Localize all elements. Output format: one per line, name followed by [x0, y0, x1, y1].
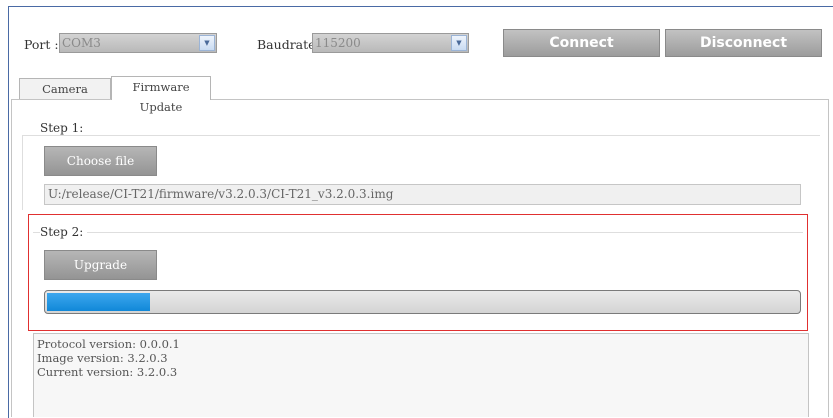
protocol-version-text: Protocol version: 0.0.0.1 [37, 337, 180, 351]
step2-group-border [33, 232, 803, 233]
step2-title: Step 2: [40, 225, 88, 239]
chevron-down-icon[interactable]: ▼ [199, 35, 215, 51]
step1-group-border-left [22, 135, 23, 210]
port-select[interactable]: COM3 ▼ [59, 33, 217, 53]
port-value: COM3 [62, 36, 101, 50]
progress-fill [47, 293, 150, 311]
baudrate-select[interactable]: 115200 ▼ [312, 33, 469, 53]
disconnect-button[interactable]: Disconnect [665, 29, 822, 57]
step1-title: Step 1: [40, 121, 88, 135]
current-version-text: Current version: 3.2.0.3 [37, 365, 178, 379]
upgrade-progress-bar [44, 290, 801, 314]
connect-button[interactable]: Connect [503, 29, 660, 57]
upgrade-button[interactable]: Upgrade [44, 250, 157, 280]
baudrate-label: Baudrate: [257, 37, 320, 52]
baudrate-value: 115200 [315, 36, 361, 50]
file-path-field[interactable]: U:/release/CI-T21/firmware/v3.2.0.3/CI-T… [44, 184, 801, 205]
tab-camera-setting[interactable]: Camera Setting [19, 78, 111, 116]
chevron-down-icon[interactable]: ▼ [451, 35, 467, 51]
version-info-box: Protocol version: 0.0.0.1 Image version:… [33, 333, 809, 417]
port-label: Port : [24, 37, 59, 52]
choose-file-button[interactable]: Choose file [44, 146, 157, 176]
image-version-text: Image version: 3.2.0.3 [37, 351, 168, 365]
step1-group-border [22, 135, 820, 136]
tab-firmware-update[interactable]: Firmware Update [111, 76, 211, 114]
